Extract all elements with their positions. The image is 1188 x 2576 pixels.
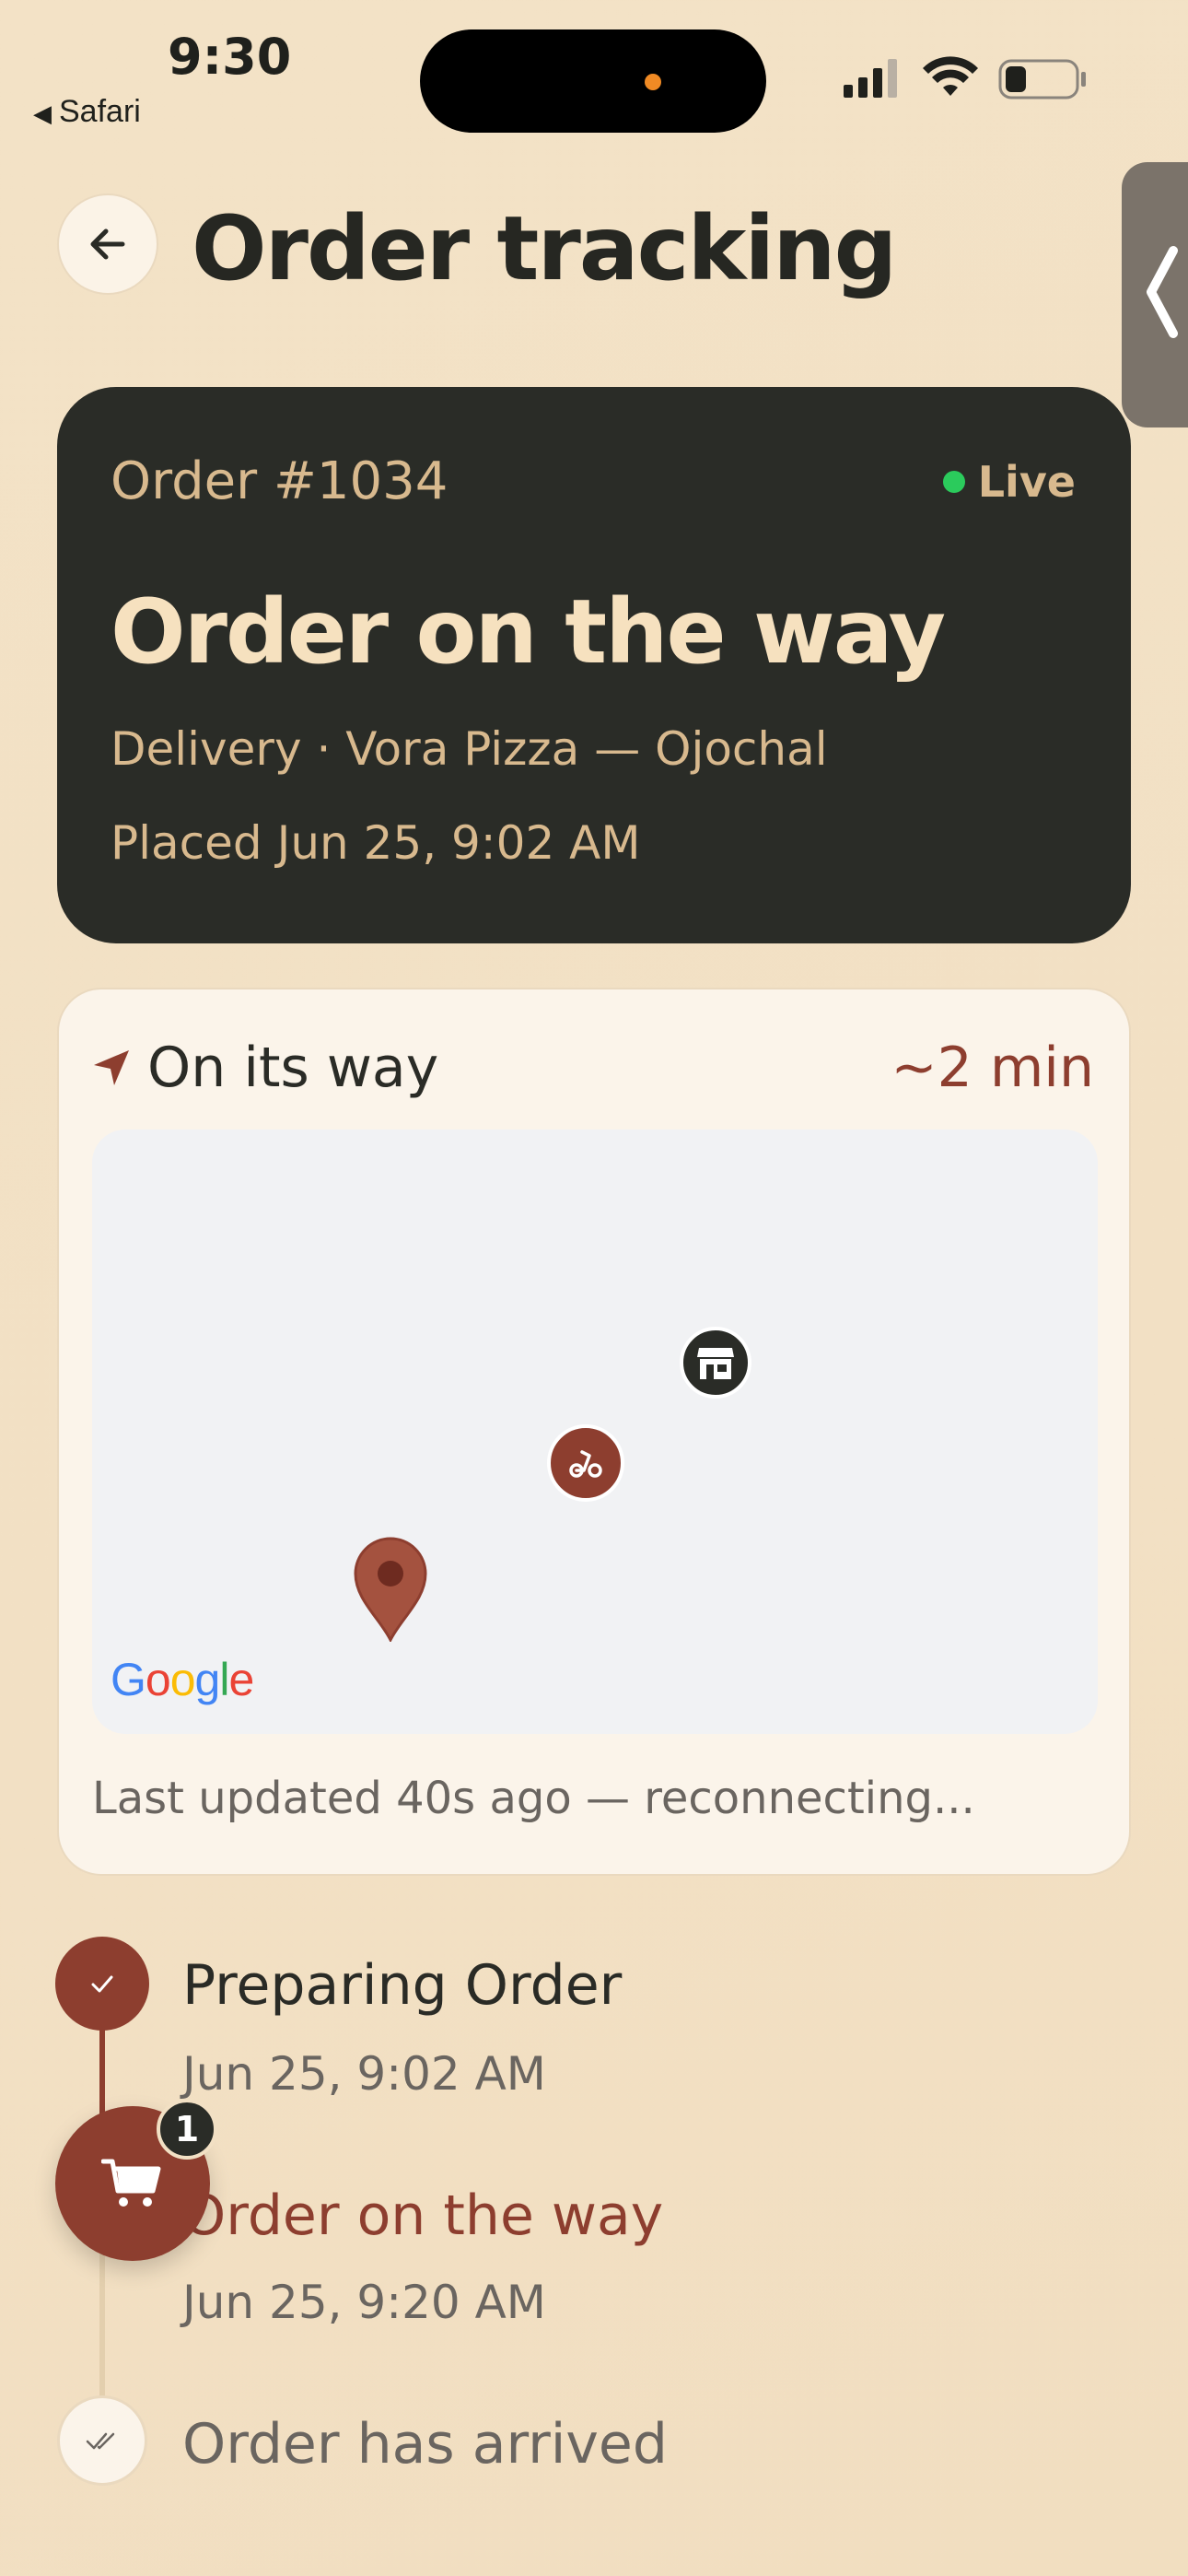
arrow-left-icon [90,228,125,260]
side-panel-handle[interactable] [1122,162,1188,427]
back-button[interactable] [57,193,158,295]
cart-count-badge: 1 [157,2099,217,2160]
back-app-label: Safari [59,94,141,129]
status-icons [844,56,1086,100]
live-label: Live [977,457,1076,507]
timeline-step-2-time: Jun 25, 9:20 AM [182,2276,546,2329]
order-number: Order #1034 [111,451,448,511]
store-marker[interactable] [680,1327,751,1399]
tracking-card: On its way ~2 min Google Last updated 40… [57,988,1131,1876]
order-timeline: Preparing Order Jun 25, 9:02 AM Order on… [0,1926,1188,2570]
wifi-icon [923,56,978,96]
shopping-cart-icon [101,2159,161,2207]
timeline-step-3-title: Order has arrived [182,2412,668,2476]
dynamic-island [420,29,766,133]
eta-label: ~2 min [891,1036,1094,1100]
courier-marker[interactable] [547,1424,624,1502]
back-triangle-icon: ◀ [33,100,52,127]
chevron-left-icon [1147,246,1178,338]
page-title: Order tracking [192,197,897,300]
google-attribution: Google [111,1654,254,1705]
timeline-step-pending-node [57,2395,147,2486]
map-pin-icon[interactable] [352,1535,429,1642]
last-updated-text: Last updated 40s ago — reconnecting... [92,1773,975,1824]
order-placed-time: Placed Jun 25, 9:02 AM [111,816,641,870]
timeline-step-2-title: Order on the way [182,2184,664,2248]
status-bar: 9:30 ◀ Safari [0,0,1188,147]
navigation-arrow-icon [94,1050,129,1085]
tracking-heading-label: On its way [147,1036,439,1100]
tracking-heading: On its way [92,1036,438,1100]
cellular-signal-icon [844,59,897,98]
scooter-icon [569,1450,602,1478]
timeline-step-done-node [55,1937,149,2031]
double-check-icon [86,2432,115,2450]
battery-icon [998,59,1086,100]
status-time: 9:30 [168,28,292,86]
live-indicator: Live [942,457,1076,507]
privacy-indicator-dot [645,74,661,90]
timeline-step-1-time: Jun 25, 9:02 AM [182,2047,546,2101]
order-status-title: Order on the way [111,580,946,684]
live-dot-icon [942,471,965,493]
order-summary-card: Order #1034 Live Order on the way Delive… [57,387,1131,943]
delivery-map[interactable]: Google [92,1130,1098,1734]
order-meta: Delivery · Vora Pizza — Ojochal [111,722,828,776]
store-icon [697,1348,734,1379]
timeline-step-1-title: Preparing Order [182,1953,623,2018]
back-to-app-link[interactable]: ◀ Safari [33,94,141,130]
check-icon [91,1975,113,1993]
